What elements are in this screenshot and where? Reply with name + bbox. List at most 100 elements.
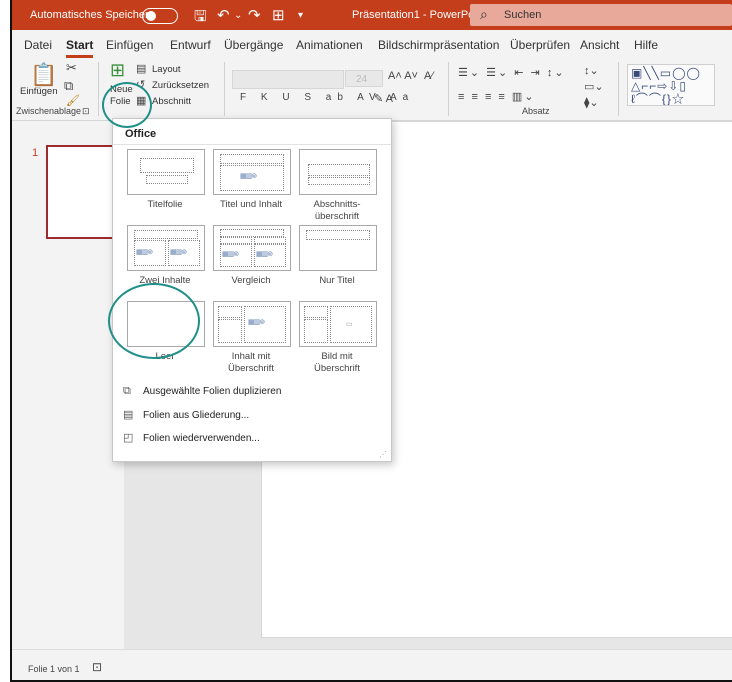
placeholder-box	[218, 319, 242, 343]
ribbon-tabs: Datei Start Einfügen Entwurf Übergänge A…	[12, 30, 732, 58]
layout-label: Vergleich	[231, 275, 271, 286]
paste-icon[interactable]: 📋	[30, 62, 57, 88]
smartart-icon[interactable]: ⧫⌄	[584, 96, 599, 109]
highlight-circle-leer	[108, 283, 200, 359]
layout-thumbnail	[127, 149, 205, 195]
slides-from-outline-item[interactable]: ▤ Folien aus Gliederung...	[123, 408, 249, 421]
reuse-slides-label: Folien wiederverwenden...	[143, 433, 260, 444]
highlight-circle-new-slide	[102, 82, 152, 128]
placeholder-box	[308, 177, 370, 185]
status-bar: Folie 1 von 1 ⊡	[12, 649, 732, 680]
placeholder-box	[134, 230, 198, 239]
list-format-icons[interactable]: ☰⌄ ☰⌄ ⇤ ⇥ ↕⌄	[458, 66, 566, 79]
placeholder-box	[218, 306, 242, 318]
duplicate-slides-label: Ausgewählte Folien duplizieren	[143, 386, 282, 397]
ribbon-separator	[98, 62, 99, 116]
undo-icon[interactable]: ↶	[217, 6, 230, 24]
reset-button[interactable]: Zurücksetzen	[152, 80, 209, 91]
outline-document-icon: ▤	[123, 409, 134, 421]
picture-icon: ▭	[346, 321, 353, 328]
search-box[interactable]: ⌕ Suchen	[470, 4, 732, 26]
placeholder-box	[220, 237, 252, 244]
autosave-label: Automatisches Speichern	[30, 9, 155, 21]
layout-label: Titel und Inhalt	[220, 199, 282, 210]
duplicate-icon: ⧉	[123, 385, 131, 397]
ribbon-separator	[224, 62, 225, 116]
search-placeholder: Suchen	[504, 9, 542, 21]
placeholder-box	[146, 175, 188, 184]
placeholder-box	[220, 154, 284, 164]
layout-button[interactable]: Layout	[152, 64, 181, 75]
dropdown-header: Office	[125, 128, 157, 140]
align-text-icon[interactable]: ▭⌄	[584, 80, 604, 93]
tab-hilfe[interactable]: Hilfe	[634, 38, 658, 52]
slide-thumbnail-panel: 1	[12, 121, 134, 649]
layout-thumbnail: ▦▥⊚	[213, 301, 291, 347]
tab-ansicht[interactable]: Ansicht	[580, 38, 619, 52]
tab-start[interactable]: Start	[66, 38, 94, 58]
cut-icon[interactable]: ✂	[66, 60, 77, 76]
accessibility-icon[interactable]: ⊡	[92, 660, 102, 674]
tab-uebergaenge[interactable]: Übergänge	[224, 38, 283, 52]
layout-thumbnail: ▦▥⊚	[213, 149, 291, 195]
placeholder-box	[304, 319, 328, 343]
tab-bildschirmpraesentation[interactable]: Bildschirmpräsentation	[378, 38, 499, 52]
text-direction-icon[interactable]: ↕⌄	[584, 64, 599, 77]
layout-thumbnail: ▦▥⊚ ▦▥⊚	[127, 225, 205, 271]
dialog-launcher-icon[interactable]: ⊡	[82, 106, 90, 117]
tab-einfuegen[interactable]: Einfügen	[106, 38, 153, 52]
layout-thumbnail	[299, 149, 377, 195]
paragraph-group-label: Absatz	[522, 106, 550, 116]
undo-dropdown-icon[interactable]: ⌄	[234, 10, 242, 21]
reuse-slides-item[interactable]: ◰ Folien wiederverwenden...	[123, 431, 260, 444]
grow-font-icon[interactable]: A˄ A˅	[388, 70, 418, 82]
placeholder-box	[308, 164, 370, 176]
font-size-box[interactable]: 24	[345, 70, 383, 87]
layout-thumbnail: ▦▥⊚ ▦▥⊚	[213, 225, 291, 271]
tab-animationen[interactable]: Animationen	[296, 38, 363, 52]
slide-number: 1	[32, 147, 39, 159]
section-button[interactable]: Abschnitt	[152, 96, 191, 107]
layout-label: Inhalt mit Überschrift	[228, 351, 274, 374]
layout-icon[interactable]: ▤	[136, 62, 146, 75]
save-icon[interactable]: 🖫	[194, 6, 207, 31]
placeholder-box	[304, 306, 328, 318]
slides-from-outline-label: Folien aus Gliederung...	[143, 410, 250, 421]
tab-ueberpruefen[interactable]: Überprüfen	[510, 38, 570, 52]
reuse-slides-icon: ◰	[123, 432, 134, 444]
paste-label[interactable]: Einfügen	[20, 86, 58, 97]
font-name-box[interactable]	[232, 70, 344, 89]
placeholder-box	[140, 158, 194, 173]
resize-grip-icon[interactable]: ⋰	[379, 450, 387, 459]
search-icon: ⌕	[480, 6, 488, 22]
content-icons: ▦▥⊚	[222, 251, 239, 258]
presentation-start-icon[interactable]: ⊞	[272, 6, 285, 24]
customize-toolbar-icon[interactable]: ▾	[298, 10, 303, 21]
clear-format-icon[interactable]: A⁄	[424, 70, 433, 82]
placeholder-box	[306, 230, 370, 240]
dropdown-divider	[113, 144, 391, 145]
content-icons: ▦▥⊚	[170, 249, 187, 256]
slide-count-status: Folie 1 von 1	[28, 664, 80, 674]
layout-thumbnail: ▭	[299, 301, 377, 347]
tab-entwurf[interactable]: Entwurf	[170, 38, 211, 52]
layout-label: Abschnitts- überschrift	[313, 199, 361, 222]
clipboard-group-label: Zwischenablage	[16, 106, 82, 116]
content-icons: ▦▥⊚	[248, 319, 265, 326]
powerpoint-window: Automatisches Speichern 🖫 ↶ ⌄ ↷ ⊞ ▾ Präs…	[10, 0, 732, 682]
tab-datei[interactable]: Datei	[24, 38, 52, 52]
document-title: Präsentation1 - PowerPoint	[352, 9, 486, 21]
content-icons: ▦▥⊚	[136, 249, 153, 256]
layout-label: Nur Titel	[319, 275, 355, 286]
content-icons: ▦▥⊚	[240, 173, 257, 180]
new-slide-icon[interactable]: ⊞	[110, 60, 125, 81]
redo-icon[interactable]: ↷	[248, 6, 261, 24]
highlight-color-icon[interactable]: ✎ A	[374, 92, 393, 105]
ribbon-separator	[618, 62, 619, 116]
layout-label: Titelfolie	[147, 199, 183, 210]
autosave-toggle[interactable]	[142, 8, 178, 24]
copy-icon[interactable]: ⧉	[64, 78, 73, 94]
shapes-gallery[interactable]: ▣╲╲▭◯◯ △⌐⌐⇨⇩▯ ℓ⌒⌒{}☆	[627, 64, 715, 106]
duplicate-slides-item[interactable]: ⧉ Ausgewählte Folien duplizieren	[123, 385, 281, 398]
alignment-icons[interactable]: ≡ ≡ ≡ ≡ ▥⌄	[458, 90, 536, 103]
